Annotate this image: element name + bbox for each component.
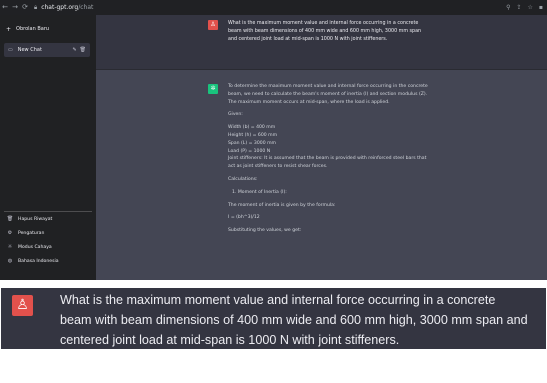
share-icon[interactable]: ⇪ — [517, 4, 522, 11]
star-icon[interactable]: ☆ — [528, 4, 533, 11]
assistant-paragraph: Calculations: — [228, 176, 258, 182]
assistant-paragraph: To determine the maximum moment value an… — [228, 84, 428, 105]
assistant-avatar: ✲ — [208, 84, 218, 94]
forward-arrow-icon[interactable]: → — [10, 0, 20, 15]
user-message: What is the maximum moment value and int… — [228, 21, 422, 42]
plus-icon: + — [6, 25, 12, 33]
clear-history-label: Hapus Riwayat — [18, 216, 53, 222]
reload-icon[interactable]: ⟳ — [20, 0, 30, 15]
sun-icon: ☼ — [7, 244, 13, 250]
zoomed-user-message-text: What is the maximum moment value and int… — [60, 293, 528, 347]
new-chat-label: Obrolan Baru — [16, 26, 50, 32]
clear-history-button[interactable]: 🗑︎ Hapus Riwayat — [6, 214, 92, 224]
url-host: chat-gpt.org — [41, 4, 79, 11]
assistant-paragraph: Substituting the values, we get: — [228, 228, 302, 234]
sidebar-divider — [4, 211, 92, 212]
assistant-paragraph: Given: — [228, 112, 243, 118]
assistant-message: To determine the maximum moment value an… — [228, 73, 428, 240]
edit-icon[interactable]: ✎ — [72, 47, 76, 53]
chat-item-actions: ✎ 🗑︎ — [72, 43, 86, 57]
sidebar-item-new-chat[interactable]: ▭ New Chat ✎ 🗑︎ — [4, 43, 90, 57]
user-icon: ♙ — [16, 297, 29, 313]
search-icon[interactable]: ⚲ — [506, 4, 510, 11]
light-mode-button[interactable]: ☼ Modus Cahaya — [6, 242, 92, 252]
language-button[interactable]: ◍ Bahasa Indonesia — [6, 256, 92, 266]
user-avatar: ♙ — [208, 20, 218, 30]
browser-actions: ⚲ ⇪ ☆ ▪ — [506, 0, 543, 15]
new-chat-button[interactable]: + Obrolan Baru — [6, 22, 90, 36]
zoomed-user-message: ♙ What is the maximum moment value and i… — [1, 288, 546, 349]
openai-logo-icon: ✲ — [210, 85, 216, 92]
sidebar: + Obrolan Baru ▭ New Chat ✎ 🗑︎ 🗑︎ Hapus … — [0, 15, 96, 280]
user-message-row: ♙ What is the maximum moment value and i… — [96, 15, 547, 70]
assistant-message-row: ✲ To determine the maximum moment value … — [96, 70, 547, 280]
language-label: Bahasa Indonesia — [18, 258, 59, 264]
chat-bubble-icon: ▭ — [8, 47, 13, 53]
extension-icon[interactable]: ▪ — [539, 4, 543, 11]
url-path: /chat — [78, 4, 94, 11]
assistant-paragraph: I = (bh^3)/12 — [228, 215, 260, 221]
settings-label: Pengaturan — [18, 230, 45, 236]
globe-icon: ◍ — [7, 258, 13, 264]
light-mode-label: Modus Cahaya — [18, 244, 52, 250]
lock-icon: 🔒︎ — [34, 3, 38, 11]
sidebar-item-label: New Chat — [17, 47, 42, 53]
trash-icon[interactable]: 🗑︎ — [80, 47, 86, 53]
settings-button[interactable]: ⚙ Pengaturan — [6, 228, 92, 238]
trash-icon: 🗑︎ — [6, 216, 14, 222]
assistant-paragraph: Width (b) = 400 mm Height (h) = 600 mm S… — [228, 125, 427, 170]
back-arrow-icon[interactable]: ← — [0, 0, 10, 15]
address-bar[interactable]: 🔒︎ chat-gpt.org/chat — [34, 0, 93, 15]
screenshot-panel: ← → ⟳ 🔒︎ chat-gpt.org/chat ⚲ ⇪ ☆ ▪ + Obr… — [0, 0, 547, 280]
browser-toolbar: ← → ⟳ 🔒︎ chat-gpt.org/chat ⚲ ⇪ ☆ ▪ — [0, 0, 547, 15]
assistant-paragraph: 1. Moment of Inertia (I): — [232, 189, 287, 195]
settings-icon: ⚙ — [7, 230, 13, 236]
assistant-paragraph: The moment of inertia is given by the fo… — [228, 202, 336, 208]
user-icon: ♙ — [210, 21, 216, 28]
user-avatar: ♙ — [12, 295, 33, 316]
